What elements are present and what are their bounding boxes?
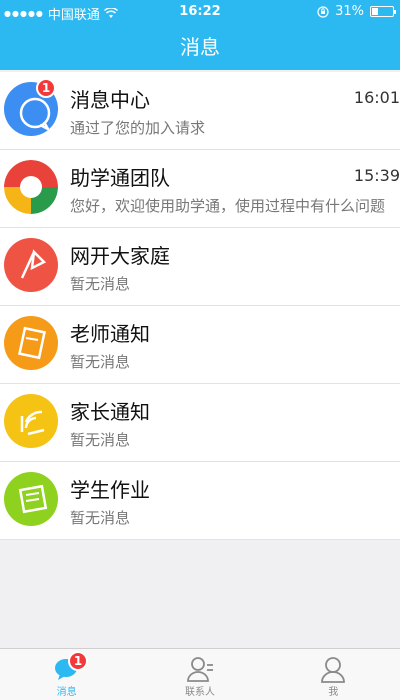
- team-logo-icon: [4, 160, 58, 214]
- notebook-icon: [4, 316, 58, 370]
- conversation-item-message-center[interactable]: 1 消息中心 16:01 通过了您的加入请求: [0, 72, 400, 150]
- conversation-title: 助学通团队: [70, 166, 170, 190]
- page-title: 消息: [0, 24, 400, 70]
- rotation-lock-icon: [317, 5, 329, 18]
- tab-contacts[interactable]: 联系人: [133, 649, 266, 700]
- tab-label: 我: [328, 687, 339, 698]
- homework-icon: [4, 472, 58, 526]
- status-bar-right: 31%: [317, 4, 396, 19]
- conversation-title: 老师通知: [70, 322, 150, 346]
- broadcast-icon: [4, 394, 58, 448]
- conversation-title: 家长通知: [70, 400, 150, 424]
- flag-icon: [4, 238, 58, 292]
- unread-badge: 1: [36, 78, 56, 98]
- conversation-item-teacher-notice[interactable]: 老师通知 暂无消息: [0, 306, 400, 384]
- conversation-title: 消息中心: [70, 88, 150, 112]
- battery-percent: 31%: [335, 4, 364, 19]
- avatar: [4, 238, 58, 292]
- avatar: [4, 394, 58, 448]
- tab-label: 消息: [56, 687, 77, 698]
- tab-bar: 1 消息 联系人 我: [0, 648, 400, 700]
- conversation-preview: 您好，欢迎使用助学通，使用过程中有什么问题: [70, 197, 386, 215]
- conversation-item-family[interactable]: 网开大家庭 暂无消息: [0, 228, 400, 306]
- conversation-preview: 暂无消息: [70, 431, 131, 449]
- conversation-preview: 暂无消息: [70, 275, 131, 293]
- conversation-preview: 通过了您的加入请求: [70, 119, 206, 137]
- battery-icon: [370, 6, 396, 17]
- conversation-title: 网开大家庭: [70, 244, 170, 268]
- conversation-item-parent-notice[interactable]: 家长通知 暂无消息: [0, 384, 400, 462]
- conversation-list: 1 消息中心 16:01 通过了您的加入请求 助学通团队 15:39 您好，欢迎…: [0, 72, 400, 540]
- battery-level: [372, 8, 379, 15]
- avatar: [4, 472, 58, 526]
- avatar: [4, 160, 58, 214]
- tab-label: 联系人: [184, 687, 215, 698]
- conversation-time: 15:39: [353, 166, 400, 185]
- conversation-preview: 暂无消息: [70, 353, 131, 371]
- status-bar: ●●●●● 中国联通 16:22 31%: [0, 0, 400, 24]
- conversation-title: 学生作业: [70, 478, 150, 502]
- conversation-item-homework[interactable]: 学生作业 暂无消息: [0, 462, 400, 540]
- conversation-preview: 暂无消息: [70, 509, 131, 527]
- contacts-icon: [186, 655, 214, 683]
- avatar: [4, 316, 58, 370]
- tab-me[interactable]: 我: [267, 649, 400, 700]
- tab-unread-badge: 1: [68, 651, 88, 671]
- profile-icon: [319, 655, 347, 683]
- conversation-item-team[interactable]: 助学通团队 15:39 您好，欢迎使用助学通，使用过程中有什么问题: [0, 150, 400, 228]
- conversation-time: 16:01: [353, 88, 400, 107]
- tab-messages[interactable]: 1 消息: [0, 649, 133, 700]
